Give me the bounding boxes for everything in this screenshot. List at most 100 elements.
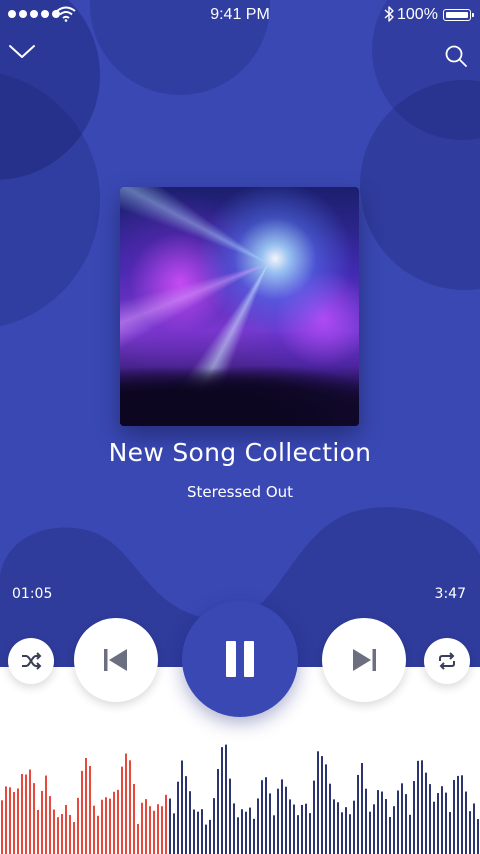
waveform-bar-unplayed: [465, 791, 467, 854]
waveform-bar-unplayed: [349, 814, 351, 854]
search-icon[interactable]: [444, 44, 468, 68]
waveform-bar-unplayed: [273, 815, 275, 854]
waveform-bar-played: [1, 800, 3, 854]
waveform-bar-unplayed: [377, 790, 379, 854]
waveform-bar-played: [21, 774, 23, 854]
waveform-bar-played: [97, 815, 99, 854]
player-header-background: 9:41 PM 100% New Song Collection Steress…: [0, 0, 480, 667]
waveform-bar-played: [153, 810, 155, 854]
artist-name: Steressed Out: [186, 483, 294, 501]
waveform-bar-played: [5, 786, 7, 854]
waveform-bar-played: [9, 787, 11, 854]
waveform-bar-unplayed: [441, 786, 443, 854]
waveform-bar-unplayed: [369, 811, 371, 854]
waveform-bar-unplayed: [241, 809, 243, 854]
waveform-bar-unplayed: [433, 801, 435, 854]
waveform-bar-played: [121, 766, 123, 854]
waveform-bar-played: [137, 824, 139, 854]
waveform-bar-unplayed: [469, 811, 471, 854]
waveform-bar-played: [37, 809, 39, 854]
waveform-bar-played: [17, 788, 19, 854]
status-bar: 9:41 PM 100%: [0, 0, 480, 30]
waveform-bar-played: [33, 783, 35, 854]
waveform-bar-played: [113, 791, 115, 854]
waveform-bar-played: [161, 806, 163, 854]
repeat-button[interactable]: [424, 638, 470, 684]
waveform-bar-unplayed: [297, 815, 299, 854]
waveform-bar-unplayed: [301, 804, 303, 854]
elapsed-time: 01:05: [12, 586, 53, 602]
waveform-bar-unplayed: [261, 780, 263, 854]
waveform-bar-unplayed: [285, 786, 287, 854]
waveform-bar-unplayed: [289, 799, 291, 854]
pause-button[interactable]: [182, 601, 298, 717]
previous-track-button[interactable]: [74, 618, 158, 702]
waveform-bar-unplayed: [169, 798, 171, 854]
pause-icon: [226, 641, 254, 677]
waveform-seek-bar[interactable]: [0, 720, 480, 854]
waveform-bar-unplayed: [201, 809, 203, 854]
waveform-bar-played: [57, 817, 59, 854]
waveform-bar-played: [85, 757, 87, 854]
waveform-bar-unplayed: [189, 791, 191, 854]
waveform-bar-played: [77, 797, 79, 854]
waveform-bar-unplayed: [405, 794, 407, 854]
waveform-bar-unplayed: [473, 803, 475, 854]
waveform-bar-unplayed: [293, 804, 295, 854]
waveform-bar-unplayed: [429, 784, 431, 854]
waveform-bar-unplayed: [445, 792, 447, 854]
waveform-bar-played: [141, 802, 143, 854]
waveform-bar-unplayed: [385, 799, 387, 854]
bluetooth-icon: [384, 6, 394, 22]
waveform-bar-unplayed: [193, 809, 195, 854]
repeat-icon: [439, 652, 455, 670]
waveform-bar-unplayed: [277, 788, 279, 854]
waveform-bar-played: [13, 792, 15, 854]
waveform-bar-played: [25, 774, 27, 854]
waveform-bar-unplayed: [381, 791, 383, 854]
previous-track-icon: [104, 649, 127, 671]
waveform-bar-unplayed: [253, 818, 255, 854]
waveform-bar-unplayed: [205, 824, 207, 854]
waveform-bar-unplayed: [217, 768, 219, 854]
waveform-bar-played: [41, 790, 43, 854]
waveform-bar-unplayed: [237, 817, 239, 854]
waveform-bar-played: [69, 814, 71, 854]
waveform-bar-unplayed: [321, 756, 323, 854]
waveform-bar-unplayed: [365, 788, 367, 854]
waveform-bar-played: [129, 760, 131, 854]
battery-percentage: 100%: [397, 6, 438, 23]
waveform-bar-unplayed: [457, 775, 459, 854]
waveform-bar-unplayed: [409, 814, 411, 854]
waveform-bar-unplayed: [185, 776, 187, 854]
waveform-bar-unplayed: [233, 803, 235, 854]
shuffle-button[interactable]: [8, 638, 54, 684]
waveform-bar-unplayed: [317, 751, 319, 854]
waveform-bar-played: [105, 797, 107, 854]
waveform-bar-unplayed: [425, 772, 427, 854]
music-player-screen: 9:41 PM 100% New Song Collection Steress…: [0, 0, 480, 854]
waveform-bar-unplayed: [257, 798, 259, 854]
waveform-bar-played: [145, 799, 147, 854]
waveform-bar-unplayed: [393, 806, 395, 854]
total-duration: 3:47: [434, 586, 466, 602]
waveform-bar-unplayed: [229, 778, 231, 854]
next-track-button[interactable]: [322, 618, 406, 702]
waveform-bar-unplayed: [221, 747, 223, 854]
waveform-bar-played: [101, 799, 103, 854]
waveform-bar-played: [165, 794, 167, 854]
waveform-bar-unplayed: [417, 760, 419, 854]
waveform-bar-unplayed: [213, 798, 215, 854]
waveform-bar-unplayed: [389, 816, 391, 854]
waveform-bar-unplayed: [373, 804, 375, 854]
waveform-bar-unplayed: [397, 790, 399, 854]
waveform-bar-unplayed: [181, 760, 183, 854]
waveform-bar-unplayed: [265, 777, 267, 854]
chevron-down-icon[interactable]: [8, 40, 36, 62]
waveform-bar-unplayed: [413, 781, 415, 854]
waveform-bar-unplayed: [453, 779, 455, 854]
waveform-bar-played: [133, 783, 135, 854]
waveform-bar-unplayed: [245, 811, 247, 854]
waveform-bar-unplayed: [197, 811, 199, 854]
waveform-bar-unplayed: [345, 807, 347, 854]
